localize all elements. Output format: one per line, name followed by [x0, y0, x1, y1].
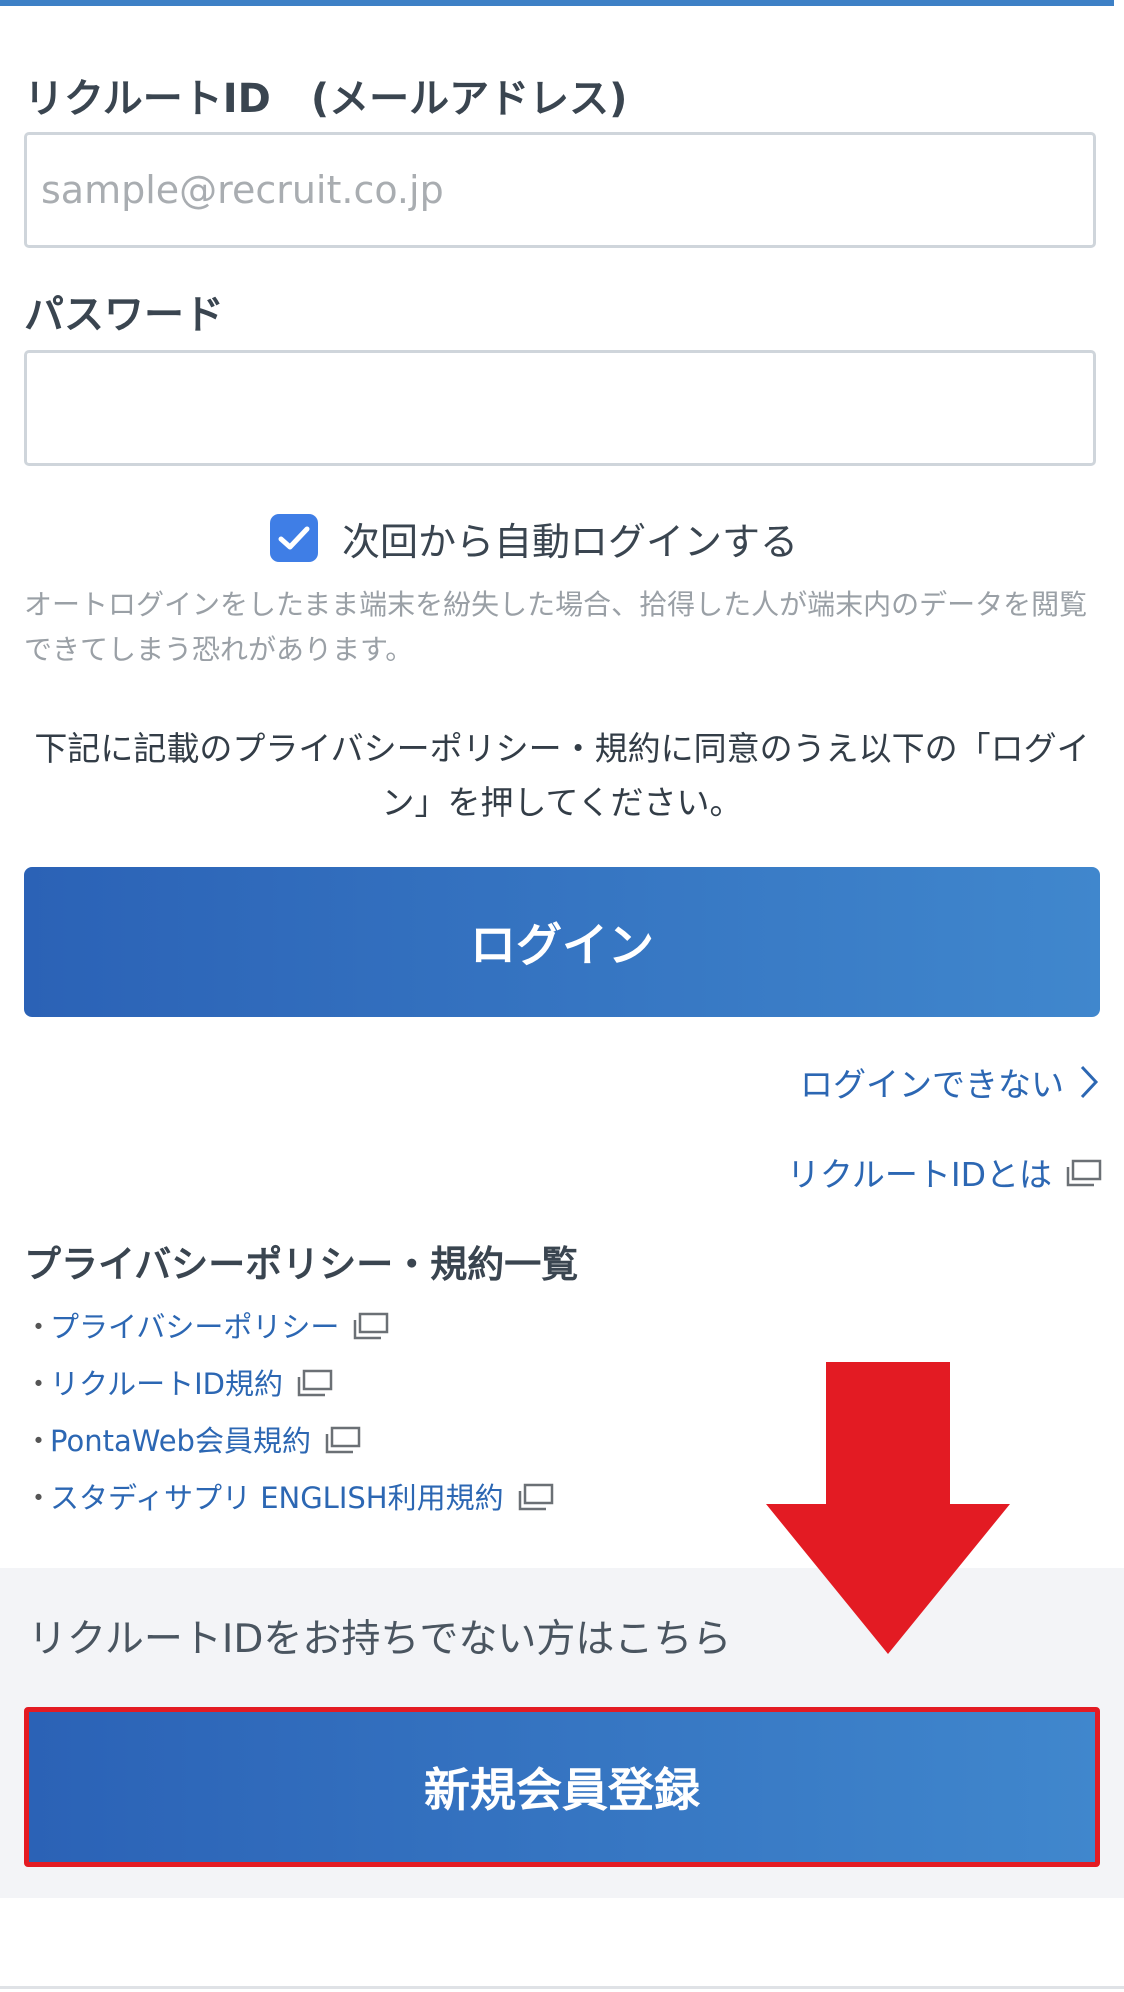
login-button[interactable]: ログイン: [24, 867, 1100, 1017]
external-window-icon: [353, 1312, 389, 1339]
policy-item-studysapuri-terms[interactable]: ・ スタディサプリ ENGLISH利用規約: [24, 1467, 553, 1524]
cannot-login-label: ログインできない: [800, 1065, 1064, 1104]
policy-item-pontaweb-terms[interactable]: ・ PontaWeb会員規約: [24, 1410, 552, 1467]
email-field[interactable]: [24, 132, 1096, 248]
signup-button[interactable]: 新規会員登録: [24, 1707, 1100, 1867]
about-recruit-id-link[interactable]: リクルートIDとは: [786, 1148, 1102, 1196]
top-accent-bar: [0, 0, 1114, 6]
password-field[interactable]: [24, 350, 1096, 466]
list-bullet: ・: [24, 1309, 54, 1344]
agreement-text: 下記に記載のプライバシーポリシー・規約に同意のうえ以下の「ログイン」を押してくだ…: [34, 729, 1090, 822]
policy-list: ・ プライバシーポリシー ・ リクルートID規約 ・ PontaWeb会員規約 …: [24, 1296, 553, 1524]
down-arrow-icon: [766, 1362, 1010, 1654]
external-window-icon: [518, 1483, 553, 1510]
chevron-right-icon: [1080, 1065, 1099, 1099]
list-bullet: ・: [24, 1366, 54, 1401]
external-window-icon: [325, 1426, 361, 1453]
policy-item-recruit-id-terms[interactable]: ・ リクルートID規約: [24, 1353, 552, 1410]
list-bullet: ・: [24, 1480, 54, 1515]
policy-link-label[interactable]: プライバシーポリシー: [50, 1304, 339, 1346]
cannot-login-link[interactable]: ログインできない: [800, 1058, 1100, 1106]
auto-login-row[interactable]: 次回から自動ログインする: [270, 510, 798, 566]
checkmark-icon: [278, 526, 310, 550]
list-bullet: ・: [24, 1423, 54, 1458]
bottom-divider: [0, 1986, 1124, 1989]
policy-list-title: プライバシーポリシー・規約一覧: [24, 1243, 579, 1286]
auto-login-label: 次回から自動ログインする: [342, 519, 799, 564]
password-label: パスワード: [24, 292, 224, 338]
auto-login-warning: オートログインをしたまま端末を紛失した場合、拾得した人が端末内のデータを閲覧でき…: [24, 588, 1088, 666]
id-label: リクルートID (メールアドレス): [24, 76, 628, 122]
about-recruit-id-label: リクルートIDとは: [786, 1155, 1052, 1194]
policy-item-privacy[interactable]: ・ プライバシーポリシー: [24, 1296, 552, 1353]
external-window-icon: [297, 1369, 333, 1396]
policy-link-label[interactable]: リクルートID規約: [50, 1361, 283, 1403]
policy-link-label[interactable]: PontaWeb会員規約: [50, 1418, 311, 1460]
external-window-icon: [1066, 1159, 1102, 1187]
policy-link-label[interactable]: スタディサプリ ENGLISH利用規約: [50, 1475, 504, 1517]
auto-login-checkbox[interactable]: [270, 514, 318, 562]
signup-prompt: リクルートIDをお持ちでない方はこちら: [28, 1617, 732, 1662]
